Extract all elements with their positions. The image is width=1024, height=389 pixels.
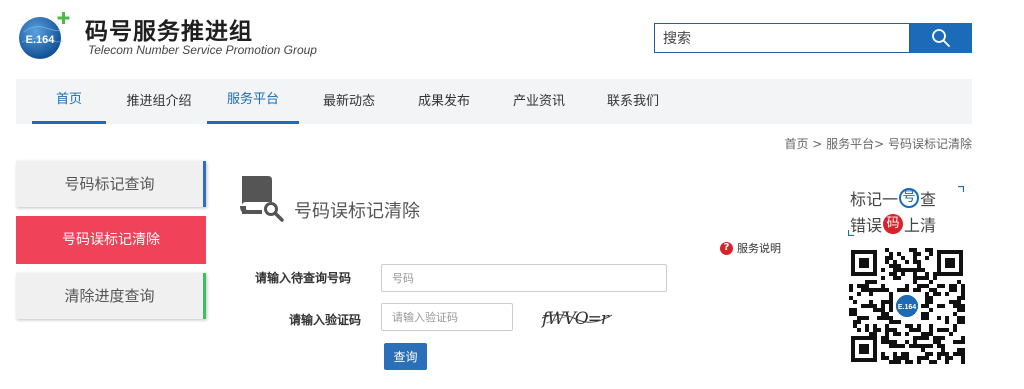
promo-circle-ma: 码 [883, 214, 904, 234]
nav-item-news[interactable]: 最新动态 [312, 79, 386, 124]
sidebar-item-mark-clear[interactable]: 号码误标记清除 [16, 216, 206, 264]
search-input[interactable] [654, 23, 910, 53]
promo-line2-pre: 错误 [850, 216, 883, 235]
nav-item-home[interactable]: 首页 [32, 79, 106, 124]
query-button[interactable]: 查询 [384, 343, 427, 370]
main-nav: 首页 推进组介绍 服务平台 最新动态 成果发布 产业资讯 联系我们 [16, 79, 972, 124]
promo-slogan: 标记一 号 查 错误 码 上清 [846, 186, 971, 246]
service-help-link[interactable]: ? 服务说明 [720, 240, 781, 256]
corner-bracket-icon [958, 186, 964, 192]
nav-item-industry[interactable]: 产业资讯 [502, 79, 576, 124]
corner-bracket-icon [848, 230, 854, 236]
svg-text:E.164: E.164 [898, 304, 916, 311]
page-title: 号码误标记清除 [294, 201, 420, 222]
captcha-label: 请输入验证码 [289, 313, 362, 327]
breadcrumb: 首页 > 服务平台> 号码误标记清除 [784, 137, 972, 151]
e164-logo[interactable]: E.164 [16, 10, 72, 60]
promo-line1-post: 查 [920, 190, 937, 209]
nav-item-service-platform[interactable]: 服务平台 [207, 79, 299, 124]
search-button[interactable] [910, 23, 972, 53]
nav-item-results[interactable]: 成果发布 [407, 79, 481, 124]
promo-line2-post: 上清 [904, 216, 937, 235]
promo-line-1: 标记一 号 查 [850, 186, 936, 210]
brand-subtitle: Telecom Number Service Promotion Group [88, 43, 317, 57]
number-input[interactable] [381, 264, 667, 292]
promo-line-2: 错误 码 上清 [850, 212, 936, 236]
number-label: 请输入待查询号码 [255, 271, 352, 285]
qr-code: E.164 [849, 248, 965, 364]
svg-text:E.164: E.164 [26, 34, 56, 46]
sidebar-item-mark-query[interactable]: 号码标记查询 [16, 161, 206, 207]
search-icon [932, 29, 950, 47]
promo-line1-pre: 标记一 [850, 190, 899, 209]
promo-circle-hao: 号 [899, 188, 920, 208]
captcha-image[interactable]: fWVO=r [540, 303, 614, 331]
question-mark-icon: ? [720, 241, 733, 255]
document-search-icon [240, 176, 284, 222]
captcha-input[interactable] [381, 303, 513, 331]
service-help-label: 服务说明 [737, 242, 781, 255]
nav-item-contact[interactable]: 联系我们 [596, 79, 670, 124]
sidebar-item-progress-query[interactable]: 清除进度查询 [16, 273, 206, 319]
nav-item-about[interactable]: 推进组介绍 [114, 79, 204, 124]
brand-title: 码号服务推进组 [85, 19, 253, 45]
